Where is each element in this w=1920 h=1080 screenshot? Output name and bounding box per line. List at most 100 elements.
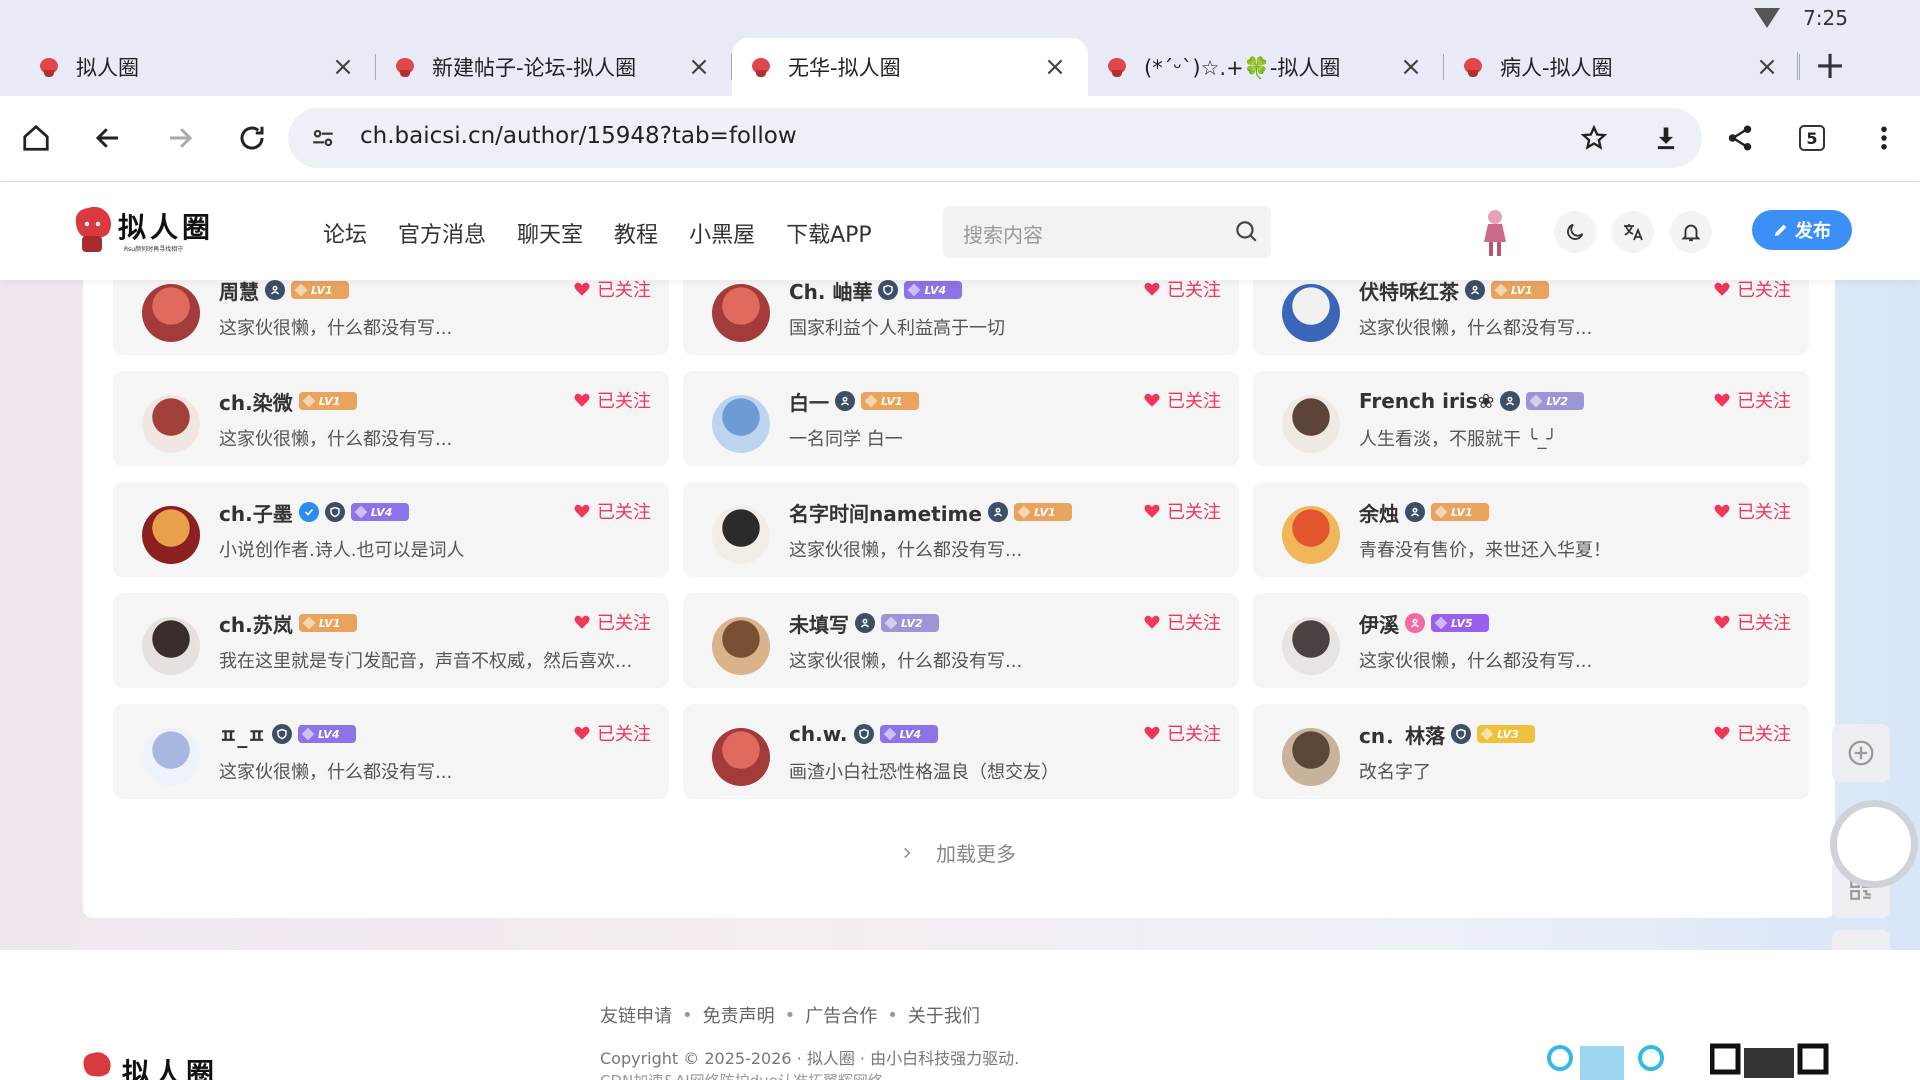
zoom-in-button[interactable]: [1832, 724, 1890, 782]
followed-button[interactable]: 已关注: [1143, 498, 1221, 524]
footer-link[interactable]: 免责声明: [703, 1002, 775, 1028]
username[interactable]: 余烛: [1359, 498, 1399, 527]
publish-button[interactable]: 发布: [1752, 210, 1852, 250]
share-button[interactable]: [1714, 112, 1766, 164]
site-favicon-icon: [38, 55, 62, 79]
close-icon[interactable]: ×: [328, 52, 358, 82]
username[interactable]: 白一: [789, 387, 829, 416]
avatar[interactable]: [712, 395, 770, 453]
nav-item[interactable]: 小黑屋: [689, 217, 755, 249]
new-tab-button[interactable]: +: [1810, 42, 1850, 88]
footer-link[interactable]: 广告合作: [805, 1002, 877, 1028]
followed-button[interactable]: 已关注: [573, 387, 651, 413]
avatar[interactable]: [1282, 284, 1340, 342]
avatar[interactable]: [712, 284, 770, 342]
nav-item[interactable]: 下载APP: [786, 217, 872, 249]
footer-link[interactable]: 友链申请: [600, 1002, 672, 1028]
notifications-button[interactable]: [1670, 211, 1712, 253]
followed-button[interactable]: 已关注: [1143, 720, 1221, 746]
footer-link[interactable]: 关于我们: [908, 1002, 980, 1028]
close-icon[interactable]: ×: [1396, 52, 1426, 82]
username[interactable]: ch.子墨: [219, 498, 293, 527]
followed-label: 已关注: [1167, 724, 1221, 745]
tab-title: 无华-拟人圈: [788, 56, 901, 80]
site-logo[interactable]: 拟人圈 Rsu颜何时再寻找相守: [70, 204, 220, 260]
home-button[interactable]: [10, 112, 62, 164]
avatar[interactable]: [142, 395, 200, 453]
username[interactable]: ch.苏岚: [219, 609, 293, 638]
close-icon[interactable]: ×: [1040, 52, 1070, 82]
user-card[interactable]: ㅍ_ㅍ LV4 这家伙很懒，什么都没有写... 已关注: [113, 704, 669, 799]
followed-button[interactable]: 已关注: [1713, 498, 1791, 524]
nav-item[interactable]: 论坛: [323, 217, 367, 249]
menu-button[interactable]: [1858, 112, 1910, 164]
followed-button[interactable]: 已关注: [1143, 387, 1221, 413]
back-button[interactable]: [82, 112, 134, 164]
user-card[interactable]: 余烛 LV1 青春没有售价，来世还入华夏！ 已关注: [1253, 482, 1809, 577]
avatar[interactable]: [142, 284, 200, 342]
tab-switcher-button[interactable]: 5: [1786, 112, 1838, 164]
forward-button[interactable]: [154, 112, 206, 164]
user-card[interactable]: ch.子墨 LV4 小说创作者.诗人.也可以是词人 已关注: [113, 482, 669, 577]
followed-button[interactable]: 已关注: [573, 609, 651, 635]
browser-toolbar: ch.baicsi.cn/author/15948?tab=follow 5: [0, 96, 1920, 182]
username[interactable]: 名字时间nametime: [789, 498, 982, 527]
nav-item[interactable]: 教程: [614, 217, 658, 249]
close-icon[interactable]: ×: [1752, 52, 1782, 82]
followed-button[interactable]: 已关注: [1713, 609, 1791, 635]
user-badge-icon: [1500, 391, 1521, 411]
avatar[interactable]: [712, 506, 770, 564]
user-card[interactable]: French iris❀ LV2 人生看淡，不服就干 ╰_╯ 已关注: [1253, 371, 1809, 466]
user-card[interactable]: cn．林落 LV3 改名字了 已关注: [1253, 704, 1809, 799]
avatar[interactable]: [1282, 617, 1340, 675]
followed-button[interactable]: 已关注: [1143, 609, 1221, 635]
followed-button[interactable]: 已关注: [573, 720, 651, 746]
username[interactable]: ch.染微: [219, 387, 293, 416]
load-more-button[interactable]: 加载更多: [900, 838, 1016, 867]
dark-mode-toggle[interactable]: [1554, 211, 1596, 253]
user-card[interactable]: 白一 LV1 一名同学 白一 已关注: [683, 371, 1239, 466]
followed-button[interactable]: 已关注: [573, 498, 651, 524]
followed-label: 已关注: [1167, 502, 1221, 523]
tab-divider: [1797, 52, 1798, 80]
username[interactable]: 伊溪: [1359, 609, 1399, 638]
followed-button[interactable]: 已关注: [1713, 387, 1791, 413]
search-input[interactable]: 搜索内容: [943, 206, 1271, 258]
username[interactable]: 未填写: [789, 609, 849, 638]
nav-item[interactable]: 官方消息: [398, 217, 486, 249]
avatar[interactable]: [142, 506, 200, 564]
nav-item[interactable]: 聊天室: [517, 217, 583, 249]
avatar[interactable]: [1282, 395, 1340, 453]
avatar[interactable]: [142, 617, 200, 675]
user-card[interactable]: ch.苏岚 LV1 我在这里就是专门发配音，声音不权威，然后喜欢... 已关注: [113, 593, 669, 688]
address-bar[interactable]: ch.baicsi.cn/author/15948?tab=follow: [288, 108, 1702, 168]
avatar[interactable]: [712, 617, 770, 675]
avatar[interactable]: [1282, 506, 1340, 564]
browser-tab[interactable]: 拟人圈 ×: [20, 38, 376, 96]
user-card[interactable]: 名字时间nametime LV1 这家伙很懒，什么都没有写... 已关注: [683, 482, 1239, 577]
avatar[interactable]: [712, 728, 770, 786]
close-icon[interactable]: ×: [684, 52, 714, 82]
reload-button[interactable]: [226, 112, 278, 164]
browser-tab[interactable]: 病人-拟人圈 ×: [1444, 38, 1800, 96]
browser-tab[interactable]: 无华-拟人圈 ×: [732, 38, 1088, 96]
user-badge-icon: [855, 613, 875, 633]
username[interactable]: French iris❀: [1359, 389, 1494, 413]
followed-button[interactable]: 已关注: [1713, 720, 1791, 746]
username[interactable]: cn．林落: [1359, 720, 1445, 749]
user-card[interactable]: ch.染微 LV1 这家伙很懒，什么都没有写... 已关注: [113, 371, 669, 466]
avatar[interactable]: [1282, 728, 1340, 786]
heart-icon: [1714, 282, 1730, 296]
user-card[interactable]: 未填写 LV2 这家伙很懒，什么都没有写... 已关注: [683, 593, 1239, 688]
character-figure-icon[interactable]: [1478, 208, 1512, 258]
heart-icon: [574, 504, 590, 518]
floating-assistive-button[interactable]: [1830, 800, 1918, 888]
language-button[interactable]: [1612, 211, 1654, 253]
username[interactable]: ch.w.: [789, 722, 848, 746]
browser-tab[interactable]: (*ˊᵕˋ)☆.+🍀-拟人圈 ×: [1088, 38, 1444, 96]
user-card[interactable]: 伊溪 LV5 这家伙很懒，什么都没有写... 已关注: [1253, 593, 1809, 688]
user-card[interactable]: ch.w. LV4 画渣小白社恐性格温良（想交友） 已关注: [683, 704, 1239, 799]
username[interactable]: ㅍ_ㅍ: [219, 720, 266, 749]
browser-tab[interactable]: 新建帖子-论坛-拟人圈 ×: [376, 38, 732, 96]
avatar[interactable]: [142, 728, 200, 786]
